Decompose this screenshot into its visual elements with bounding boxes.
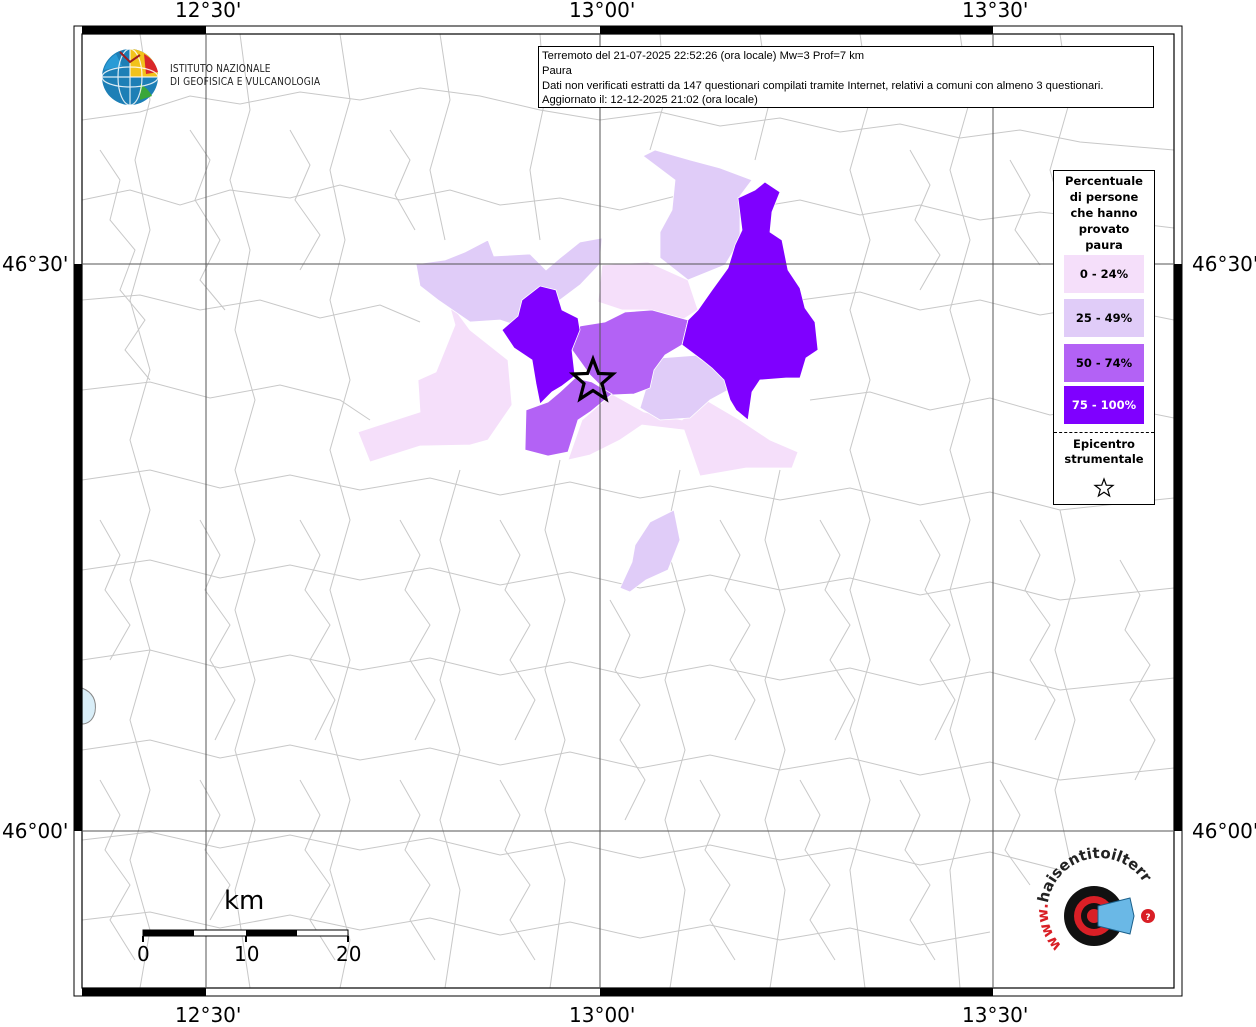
legend-class-75-100: 75 - 100% [1064,386,1144,424]
data-source-note: Dati non verificati estratti da 147 ques… [542,79,1104,92]
ingv-logo-icon [101,48,159,106]
scale-label-20: 20 [336,942,362,966]
lat-tick-left-1: 46°30' [2,252,69,276]
institute-name: ISTITUTO NAZIONALE DI GEOFISICA E VULCAN… [170,63,320,89]
star-outline-icon [1093,477,1115,498]
map-canvas: ? www.haisentitoilterremoto.it [0,0,1183,997]
scale-label-10: 10 [234,942,260,966]
institute-name-line2: DI GEOFISICA E VULCANOLOGIA [170,76,321,88]
legend-epicenter-label: Epicentro strumentale [1054,437,1154,467]
lat-tick-right-1: 46°30' [1192,252,1256,276]
legend-class-50-74: 50 - 74% [1064,344,1144,382]
lon-tick-top-1: 12°30' [175,0,242,22]
legend-title-line: di persone [1069,190,1139,204]
legend-title-line: Percentuale [1065,174,1143,188]
update-timestamp: Aggiornato il: 12-12-2025 21:02 (ora loc… [542,94,758,107]
legend-epicenter-line: strumentale [1064,452,1144,466]
map-parameter: Paura [542,64,572,77]
lat-tick-left-2: 46°00' [2,819,69,843]
scale-unit: km [224,886,265,916]
legend-class-label: 50 - 74% [1075,356,1133,370]
legend-epicenter-line: Epicentro [1073,437,1135,451]
lon-tick-bottom-1: 12°30' [175,1003,242,1027]
legend-class-label: 75 - 100% [1071,398,1137,412]
lat-tick-right-2: 46°00' [1192,819,1256,843]
legend-title-line: paura [1085,238,1123,252]
legend: Percentuale di persone che hanno provato… [1053,170,1155,505]
legend-class-0-24: 0 - 24% [1064,255,1144,293]
scale-label-0: 0 [137,942,150,966]
lon-tick-top-2: 13°00' [569,0,636,22]
legend-class-label: 0 - 24% [1079,267,1129,281]
institute-name-line1: ISTITUTO NAZIONALE [170,63,271,75]
legend-divider [1054,432,1154,433]
legend-title: Percentuale di persone che hanno provato… [1054,173,1154,253]
lon-tick-bottom-2: 13°00' [569,1003,636,1027]
legend-title-line: provato [1078,222,1130,236]
legend-class-25-49: 25 - 49% [1064,299,1144,337]
lon-tick-bottom-3: 13°30' [962,1003,1029,1027]
svg-text:?: ? [1145,913,1150,923]
legend-class-label: 25 - 49% [1075,311,1133,325]
event-info-box: Terremoto del 21-07-2025 22:52:26 (ora l… [538,46,1154,108]
event-title: Terremoto del 21-07-2025 22:52:26 (ora l… [542,50,865,62]
lon-tick-top-3: 13°30' [962,0,1029,22]
legend-title-line: che hanno [1070,206,1138,220]
